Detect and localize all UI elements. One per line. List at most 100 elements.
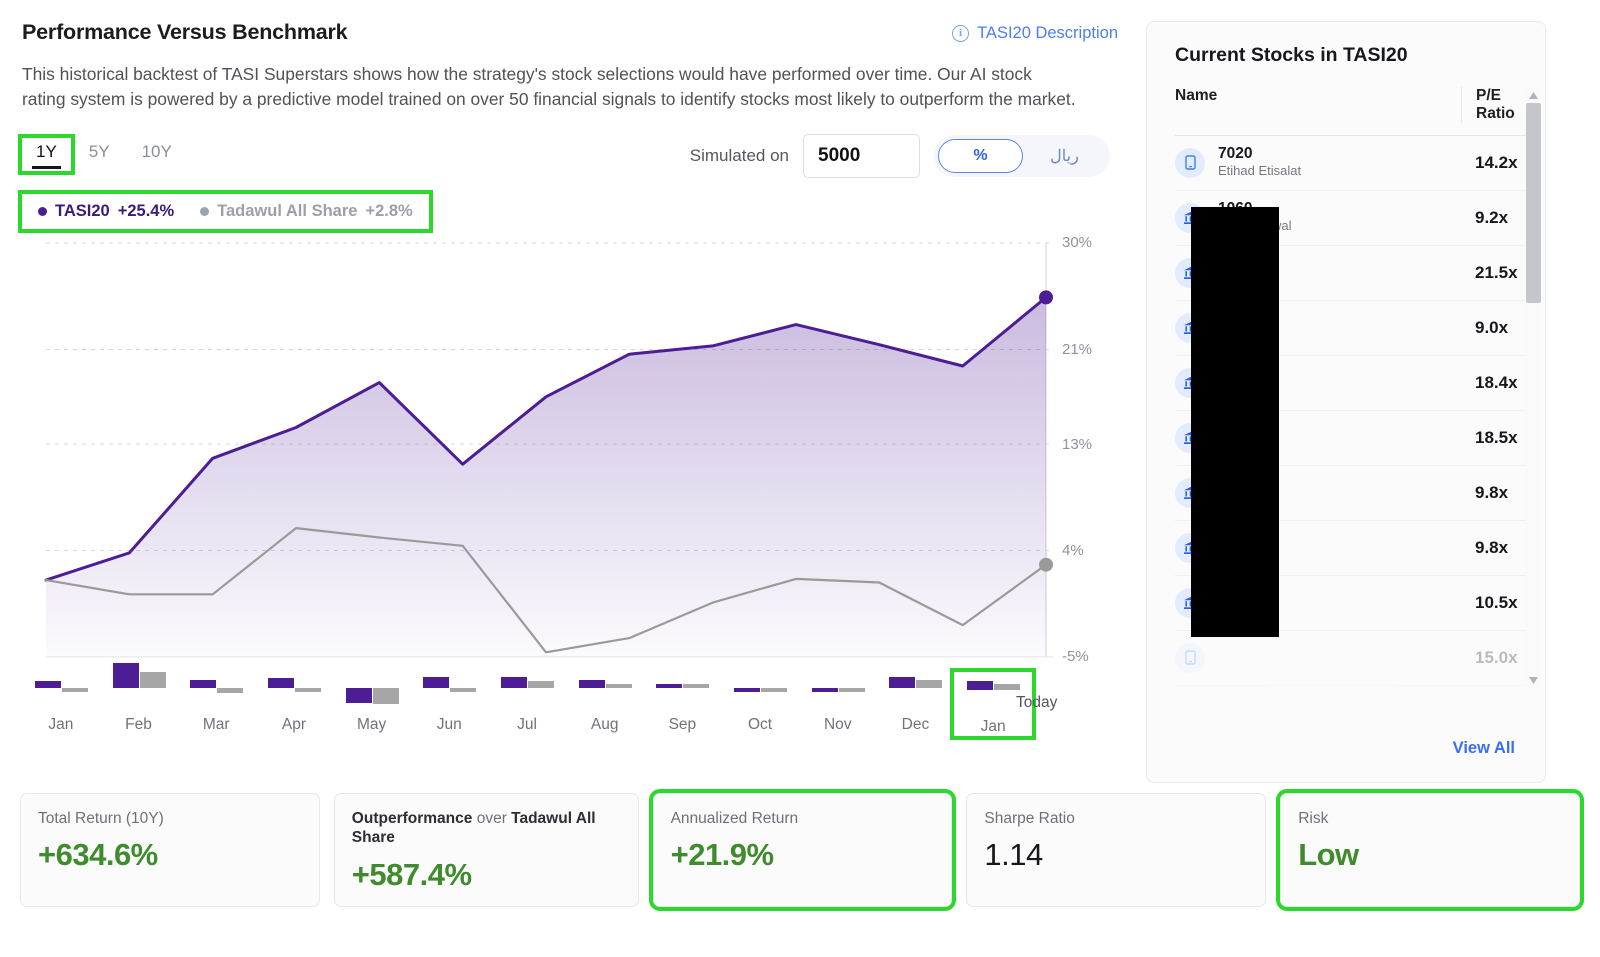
month-bar-tasi20 [501, 676, 527, 688]
chart-legend: TASI20 +25.4% Tadawul All Share +2.8% [18, 190, 433, 234]
month-bar-pair [177, 672, 255, 714]
scroll-down-arrow[interactable] [1526, 673, 1541, 688]
month-column-10[interactable]: Nov [799, 672, 877, 734]
column-header-name: Name [1175, 87, 1218, 104]
view-all-link[interactable]: View All [1453, 739, 1515, 758]
legend-item-benchmark[interactable]: Tadawul All Share +2.8% [200, 202, 413, 221]
unit-riyal-option[interactable]: ريال [1023, 139, 1106, 173]
period-tab-10y[interactable]: 10Y [128, 138, 186, 171]
stock-name-cell: 7020 Etihad Etisalat [1175, 145, 1461, 180]
performance-chart[interactable]: -5% 4% 13% 21% 30% [22, 234, 1118, 725]
table-row[interactable]: 15.0x [1175, 631, 1539, 686]
legend-dot-benchmark [200, 207, 210, 217]
stat-card-outperformance-over-tadawul-all-share: Outperformance over Tadawul All Share +58… [333, 793, 639, 907]
month-column-5[interactable]: Jun [410, 672, 488, 734]
month-bar-pair [566, 672, 644, 714]
month-bar-tasi20 [889, 677, 916, 688]
y-tick-label: 13% [1062, 435, 1093, 453]
month-column-0[interactable]: Jan [22, 672, 100, 734]
month-bar-benchmark [372, 688, 399, 704]
month-bar-benchmark [761, 688, 788, 692]
stat-label: Risk [1298, 810, 1329, 827]
month-bar-pair [410, 672, 488, 714]
tasi20-description-label: TASI20 Description [977, 24, 1118, 42]
stat-value: +21.9% [670, 837, 775, 873]
month-column-8[interactable]: Sep [643, 672, 721, 734]
title-row: Performance Versus Benchmark i TASI20 De… [22, 20, 1118, 45]
redaction-overlay [1191, 207, 1279, 637]
month-column-11[interactable]: Dec [876, 672, 954, 734]
stat-value: +634.6% [38, 837, 158, 873]
tasi20-description-link[interactable]: i TASI20 Description [952, 24, 1118, 43]
stock-text: 7020 Etihad Etisalat [1218, 145, 1301, 180]
phone-icon [1175, 642, 1205, 673]
chart-svg [44, 242, 1054, 658]
stock-panel-title: Current Stocks in TASI20 [1175, 44, 1408, 66]
month-bar-tasi20 [734, 688, 761, 692]
scrollbar-thumb[interactable] [1526, 103, 1541, 303]
month-bar-pair [643, 672, 721, 714]
summary-stats-row: Total Return (10Y) +634.6% Outperformance … [20, 789, 1584, 911]
month-bar-benchmark [916, 680, 943, 688]
month-label: Oct [748, 716, 773, 733]
stat-value: Low [1298, 837, 1359, 873]
y-tick-label: -5% [1062, 648, 1089, 666]
month-column-4[interactable]: May [333, 672, 411, 734]
month-bar-benchmark [450, 688, 477, 692]
month-column-6[interactable]: Jul [488, 672, 566, 734]
month-bar-pair [100, 662, 178, 714]
month-label: Apr [281, 716, 306, 733]
month-bar-tasi20 [112, 662, 139, 688]
stat-label: Outperformance over Tadawul All Share [351, 810, 596, 847]
month-bar-tasi20 [656, 683, 683, 688]
month-column-9[interactable]: Oct [721, 672, 799, 734]
month-label: Nov [823, 716, 852, 733]
month-bar-pair [255, 672, 333, 714]
month-bar-pair [799, 672, 877, 714]
month-bar-tasi20 [34, 680, 61, 688]
info-icon: i [952, 25, 970, 42]
stat-card-sharpe-ratio: Sharpe Ratio 1.14 [966, 793, 1267, 907]
stock-list-scrollbar[interactable] [1526, 88, 1541, 688]
month-bar-benchmark [994, 683, 1021, 690]
month-bar-tasi20 [967, 681, 994, 690]
month-bar-benchmark [294, 688, 321, 692]
stock-name-cell [1175, 642, 1461, 673]
month-column-3[interactable]: Apr [255, 672, 333, 734]
table-row[interactable]: 7020 Etihad Etisalat 14.2x [1175, 136, 1539, 191]
month-column-2[interactable]: Mar [177, 672, 255, 734]
month-column-1[interactable]: Feb [100, 662, 178, 734]
month-bar-benchmark [139, 671, 166, 688]
month-label: Sep [668, 716, 697, 733]
simulation-controls: Simulated on % ريال [689, 134, 1110, 179]
period-tab-1y[interactable]: 1Y [18, 134, 75, 176]
y-tick-label: 4% [1062, 542, 1084, 559]
simulated-on-label: Simulated on [689, 146, 789, 166]
scroll-up-arrow[interactable] [1526, 88, 1541, 103]
stat-card-total-return-10y: Total Return (10Y) +634.6% [20, 793, 320, 907]
legend-value-tasi20: +25.4% [117, 202, 175, 221]
month-bar-tasi20 [267, 678, 294, 688]
current-stocks-panel: Current Stocks in TASI20 Name P/E Ratio … [1146, 21, 1546, 783]
unit-toggle[interactable]: % ريال [934, 135, 1110, 178]
legend-item-tasi20[interactable]: TASI20 +25.4% [38, 202, 174, 221]
month-bar-pair [488, 672, 566, 714]
stat-card-annualized-return: Annualized Return +21.9% [648, 789, 957, 911]
legend-name-benchmark: Tadawul All Share [217, 202, 358, 221]
month-bar-tasi20 [578, 679, 605, 688]
stat-value: 1.14 [984, 837, 1043, 873]
month-label: Jul [517, 716, 537, 733]
month-bar-pair [333, 672, 411, 714]
month-label: Jun [436, 716, 462, 733]
month-column-7[interactable]: Aug [566, 672, 644, 734]
stat-card-risk: Risk Low [1276, 789, 1584, 911]
month-label: May [356, 716, 387, 733]
stock-code: 7020 [1218, 145, 1253, 163]
period-tab-5y[interactable]: 5Y [75, 138, 124, 171]
month-bar-pair [721, 672, 799, 714]
month-bar-tasi20 [345, 688, 372, 703]
month-bar-benchmark [838, 688, 865, 692]
unit-percent-option[interactable]: % [938, 139, 1023, 174]
stock-table: Name P/E Ratio 7020Etihad Etisalat14.2x 1… [1147, 87, 1545, 686]
simulated-amount-input[interactable] [803, 134, 920, 179]
